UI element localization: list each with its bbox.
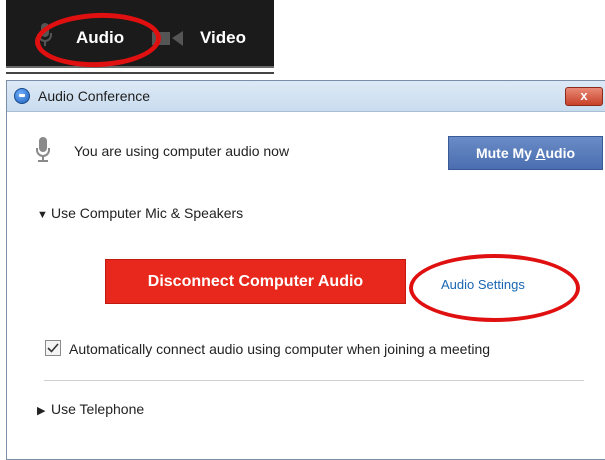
audio-status-text: You are using computer audio now (74, 143, 290, 159)
audio-conference-dialog: Audio Conference x You are using compute… (6, 80, 605, 460)
mute-my-audio-button[interactable]: Mute My Audio (448, 136, 603, 170)
section-computer-mic-toggle[interactable]: ▼ Use Computer Mic & Speakers (37, 205, 243, 221)
auto-connect-label: Automatically connect audio using comput… (69, 341, 491, 357)
close-button[interactable]: x (565, 87, 603, 106)
meeting-toolbar: Audio Video (6, 0, 274, 70)
triangle-down-icon: ▼ (37, 209, 48, 221)
section-telephone-label: Use Telephone (51, 401, 145, 417)
section-divider (44, 380, 584, 381)
mic-icon (36, 137, 50, 162)
video-button[interactable]: Video (200, 28, 246, 48)
camera-icon[interactable] (152, 29, 184, 47)
divider (6, 72, 274, 74)
audio-button[interactable]: Audio (76, 28, 124, 48)
mute-label-after: udio (545, 145, 576, 161)
auto-connect-checkbox[interactable] (45, 340, 61, 356)
section-computer-mic-label: Use Computer Mic & Speakers (51, 205, 244, 221)
mute-label-before: Mute My (475, 145, 536, 161)
triangle-right-icon: ▶ (37, 405, 46, 417)
disconnect-computer-audio-button[interactable]: Disconnect Computer Audio (105, 259, 406, 304)
mute-label-accesskey: A (535, 145, 546, 161)
dialog-title: Audio Conference (38, 88, 151, 104)
audio-settings-link[interactable]: Audio Settings (441, 277, 525, 292)
audio-conference-icon (14, 88, 30, 104)
checkmark-icon (47, 343, 59, 353)
section-telephone-toggle[interactable]: ▶ Use Telephone (37, 401, 144, 417)
mic-icon[interactable] (37, 23, 53, 47)
title-bar: Audio Conference x (7, 81, 605, 112)
